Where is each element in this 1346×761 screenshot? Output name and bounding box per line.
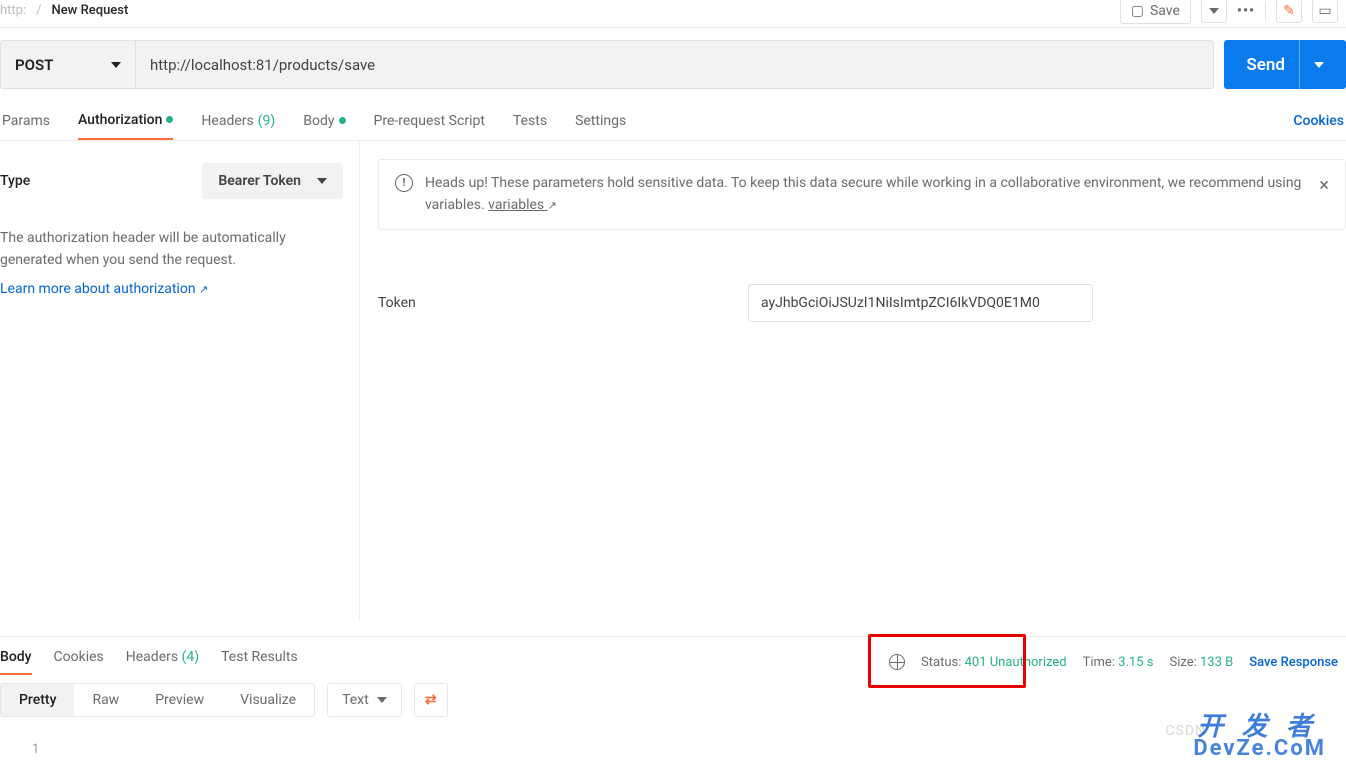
auth-type-select[interactable]: Bearer Token xyxy=(202,163,343,199)
line-number: 1 xyxy=(32,742,39,757)
save-response-label: Save Response xyxy=(1249,655,1338,670)
breadcrumb-http: http: xyxy=(0,3,26,18)
size-block[interactable]: Size: 133 B xyxy=(1169,655,1233,670)
tab-settings[interactable]: Settings xyxy=(575,103,626,139)
network-icon[interactable] xyxy=(889,654,905,670)
url-input[interactable]: http://localhost:81/products/save xyxy=(135,40,1214,89)
wrap-lines-icon[interactable]: ⇄ xyxy=(414,683,448,717)
auth-description: The authorization header will be automat… xyxy=(0,227,343,272)
time-block[interactable]: Time: 3.15 s xyxy=(1083,655,1154,670)
size-value: 133 B xyxy=(1200,655,1233,670)
token-input[interactable]: ayJhbGciOiJSUzI1NiIsImtpZCI6IkVDQ0E1M0 xyxy=(748,284,1093,322)
close-icon[interactable]: × xyxy=(1319,172,1329,201)
breadcrumb: http: / New Request xyxy=(0,3,128,18)
variables-text: variables xyxy=(488,197,544,213)
tab-auth-label: Authorization xyxy=(78,112,162,128)
tab-tests[interactable]: Tests xyxy=(513,103,547,139)
url-value: http://localhost:81/products/save xyxy=(150,56,375,74)
method-select[interactable]: POST xyxy=(0,40,135,89)
chevron-down-icon xyxy=(317,178,327,184)
send-button[interactable]: Send xyxy=(1224,40,1346,89)
send-label: Send xyxy=(1246,55,1285,75)
cookies-link[interactable]: Cookies xyxy=(1293,113,1344,129)
watermark-sub: DevZe.CoM xyxy=(1193,736,1326,761)
method-value: POST xyxy=(15,56,53,74)
view-visualize[interactable]: Visualize xyxy=(222,684,314,716)
token-label: Token xyxy=(378,295,748,311)
breadcrumb-name: New Request xyxy=(52,3,129,18)
tab-headers[interactable]: Headers (9) xyxy=(201,103,275,139)
variables-link[interactable]: variables xyxy=(488,197,547,213)
tab-body-label: Body xyxy=(303,113,334,129)
time-label: Time: xyxy=(1083,655,1115,670)
tab-prerequest[interactable]: Pre-request Script xyxy=(374,103,485,139)
resp-headers-label: Headers xyxy=(126,649,178,665)
auth-type-value: Bearer Token xyxy=(218,173,301,189)
save-response-button[interactable]: Save Response xyxy=(1249,655,1338,670)
token-value: ayJhbGciOiJSUzI1NiIsImtpZCI6IkVDQ0E1M0 xyxy=(761,295,1040,311)
save-label: Save xyxy=(1150,3,1180,19)
resp-tab-cookies[interactable]: Cookies xyxy=(54,649,104,675)
info-banner: ! Heads up! These parameters hold sensit… xyxy=(378,159,1346,230)
more-icon[interactable]: ••• xyxy=(1237,3,1255,19)
tab-params[interactable]: Params xyxy=(2,103,50,139)
view-preview[interactable]: Preview xyxy=(137,684,222,716)
status-label: Status: xyxy=(921,655,961,670)
format-value: Text xyxy=(342,692,369,708)
tab-body[interactable]: Body xyxy=(303,103,345,139)
auth-type-label: Type xyxy=(0,173,30,189)
resp-tab-body[interactable]: Body xyxy=(0,649,32,675)
comment-icon[interactable]: ▭ xyxy=(1312,0,1338,23)
status-value: 401 Unauthorized xyxy=(965,655,1067,670)
dot-icon xyxy=(166,116,173,123)
breadcrumb-sep: / xyxy=(36,3,41,18)
external-link-icon: ↗ xyxy=(199,283,208,296)
resp-tab-tests[interactable]: Test Results xyxy=(221,649,298,675)
tab-headers-count: (9) xyxy=(258,113,276,129)
size-label: Size: xyxy=(1169,655,1196,670)
chevron-down-icon xyxy=(377,697,387,703)
chevron-down-icon xyxy=(111,62,121,68)
save-icon: ▢ xyxy=(1131,3,1144,19)
learn-more-link[interactable]: Learn more about authorization ↗ xyxy=(0,281,208,297)
dot-icon xyxy=(339,117,346,124)
learn-more-text: Learn more about authorization xyxy=(0,281,196,297)
save-dropdown[interactable] xyxy=(1201,0,1227,23)
save-button[interactable]: ▢ Save xyxy=(1120,0,1191,24)
resp-headers-count: (4) xyxy=(182,649,200,665)
time-value: 3.15 s xyxy=(1118,655,1153,670)
send-dropdown[interactable] xyxy=(1299,40,1324,89)
resp-tab-headers[interactable]: Headers (4) xyxy=(126,649,199,675)
edit-icon[interactable]: ✎ xyxy=(1276,0,1302,23)
tab-headers-label: Headers xyxy=(201,113,253,129)
tab-authorization[interactable]: Authorization xyxy=(78,102,173,140)
status-block[interactable]: Status: 401 Unauthorized xyxy=(921,655,1067,670)
external-link-icon: ↗ xyxy=(548,199,557,212)
info-icon: ! xyxy=(395,174,413,192)
view-pretty[interactable]: Pretty xyxy=(1,684,74,716)
format-select[interactable]: Text xyxy=(327,683,402,717)
view-raw[interactable]: Raw xyxy=(74,684,137,716)
